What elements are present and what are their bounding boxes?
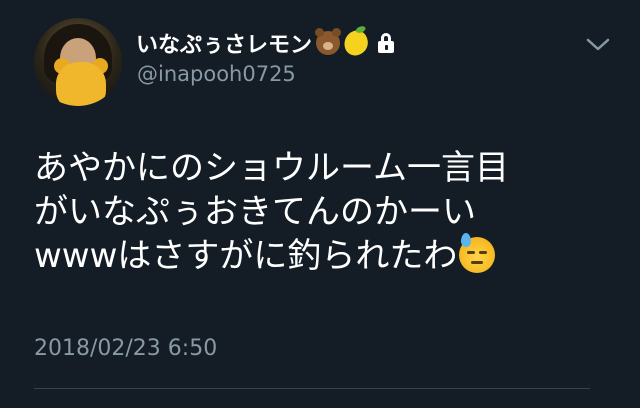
tweet-text: あやかにのショウルーム一言目 がいなぷぅおきてんのかーい wwwはさすがに釣られ… <box>34 146 614 278</box>
avatar[interactable] <box>34 18 122 106</box>
user-handle[interactable]: @inapooh0725 <box>137 62 296 86</box>
tweet-text-body: あやかにのショウルーム一言目 がいなぷぅおきてんのかーい wwwはさすがに釣られ… <box>34 148 509 276</box>
lock-icon <box>376 32 396 54</box>
lemon-emoji <box>340 25 372 59</box>
avatar-plush <box>56 62 106 106</box>
downcast-face-with-sweat-emoji <box>459 233 496 273</box>
author-name-row[interactable]: いなぷぅさレモン <box>136 25 396 59</box>
display-name[interactable]: いなぷぅさレモン <box>136 27 312 59</box>
bear-face-emoji <box>315 28 342 55</box>
tweet-timestamp[interactable]: 2018/02/23 6:50 <box>34 336 217 361</box>
divider <box>34 388 590 389</box>
tweet: いなぷぅさレモン @inapooh0725 あやかにのショウルーム一言目 がいな… <box>0 0 640 408</box>
chevron-down-icon[interactable] <box>584 34 612 54</box>
